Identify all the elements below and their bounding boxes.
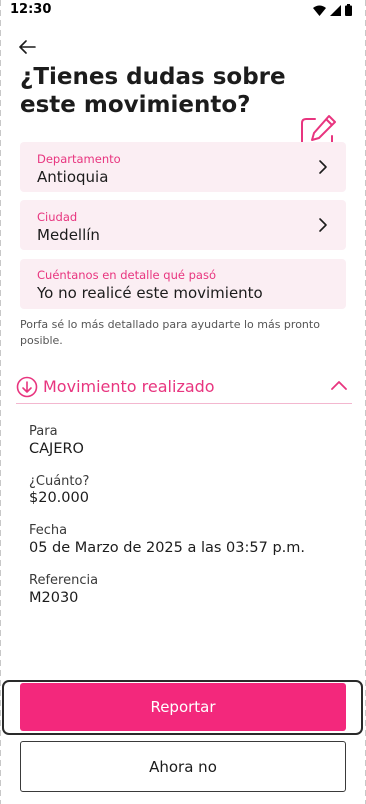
status-bar: 12:30 bbox=[0, 0, 366, 20]
to-label: Para bbox=[29, 424, 58, 439]
city-label: Ciudad bbox=[37, 210, 78, 224]
chevron-right-icon bbox=[319, 218, 327, 232]
back-button[interactable] bbox=[18, 34, 46, 60]
city-value: Medellín bbox=[37, 226, 100, 244]
arrow-left-icon bbox=[19, 40, 36, 54]
status-icons bbox=[313, 4, 352, 16]
battery-icon bbox=[345, 4, 352, 16]
reference-value: M2030 bbox=[29, 590, 79, 606]
helper-text: Porfa sé lo más detallado para ayudarte … bbox=[20, 318, 320, 347]
movement-section-toggle[interactable]: Movimiento realizado bbox=[16, 374, 352, 404]
detail-input[interactable]: Cuéntanos en detalle qué pasó Yo no real… bbox=[20, 259, 346, 309]
frame-left-border bbox=[0, 0, 1, 804]
date-label: Fecha bbox=[29, 523, 68, 538]
department-select[interactable]: Departamento Antioquia bbox=[20, 142, 346, 192]
date-value: 05 de Marzo de 2025 a las 03:57 p.m. bbox=[29, 540, 306, 556]
chevron-up-icon bbox=[331, 381, 347, 390]
wifi-icon bbox=[313, 5, 326, 16]
signal-icon bbox=[330, 4, 341, 16]
to-value: CAJERO bbox=[29, 441, 84, 457]
chevron-right-icon bbox=[319, 160, 327, 174]
detail-value: Yo no realicé este movimiento bbox=[37, 284, 263, 302]
section-divider bbox=[16, 403, 352, 404]
not-now-button[interactable]: Ahora no bbox=[20, 741, 346, 792]
page-title: ¿Tienes dudas sobre este movimiento? bbox=[20, 64, 286, 118]
status-time: 12:30 bbox=[10, 2, 52, 17]
movement-section-title: Movimiento realizado bbox=[43, 377, 215, 396]
reference-label: Referencia bbox=[29, 573, 99, 588]
amount-value: $20.000 bbox=[29, 490, 89, 506]
report-button[interactable]: Reportar bbox=[20, 683, 346, 731]
amount-label: ¿Cuánto? bbox=[29, 474, 90, 489]
department-label: Departamento bbox=[37, 152, 121, 166]
circle-arrow-down-icon bbox=[16, 376, 38, 398]
detail-label: Cuéntanos en detalle qué pasó bbox=[37, 268, 216, 282]
city-select[interactable]: Ciudad Medellín bbox=[20, 200, 346, 250]
department-value: Antioquia bbox=[37, 168, 109, 186]
